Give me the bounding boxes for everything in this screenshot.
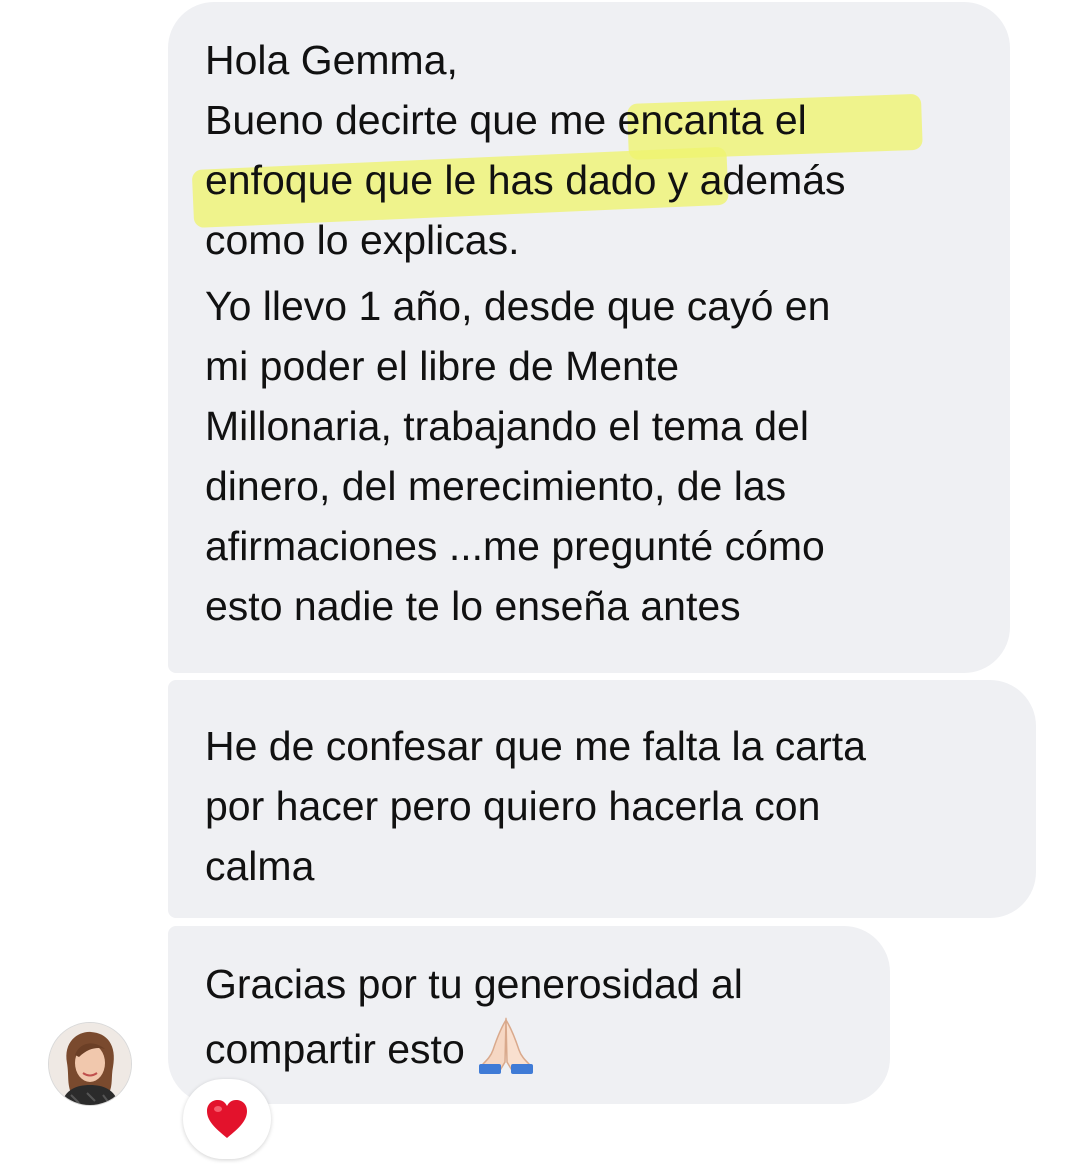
message-text: He de confesar que me falta la carta por… [205, 723, 866, 889]
avatar[interactable] [48, 1022, 132, 1106]
message-bubble-2[interactable]: He de confesar que me falta la carta por… [168, 680, 1036, 918]
message-text: Hola Gemma, Bueno decirte que me encanta… [205, 37, 846, 263]
heart-icon [207, 1100, 247, 1138]
message-text: Yo llevo 1 año, desde que cayó en mi pod… [205, 283, 831, 629]
message-bubble-3[interactable]: Gracias por tu generosidad al compartir … [168, 926, 890, 1104]
message-bubble-1[interactable]: Hola Gemma, Bueno decirte que me encanta… [168, 2, 1010, 673]
message-text: Gracias por tu generosidad al compartir … [205, 954, 870, 1090]
reaction-badge[interactable] [183, 1079, 271, 1159]
folded-hands-icon [475, 1014, 537, 1090]
avatar-photo-icon [49, 1023, 131, 1105]
message-thread: Hola Gemma, Bueno decirte que me encanta… [0, 0, 1079, 1167]
